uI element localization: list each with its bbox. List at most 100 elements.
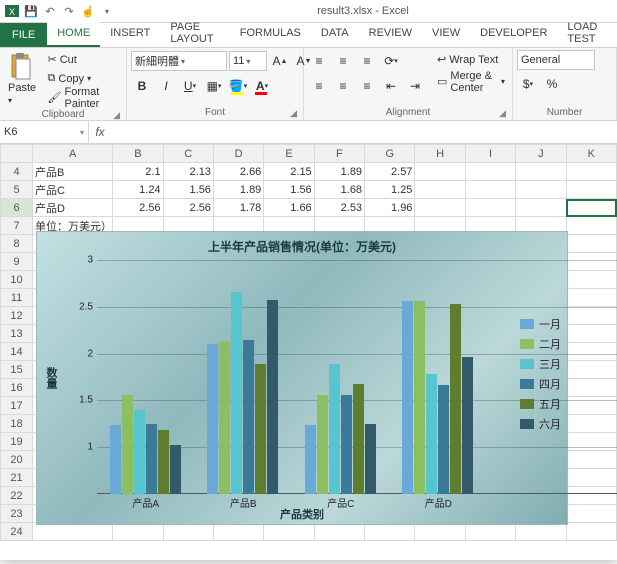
cell[interactable] bbox=[415, 199, 465, 217]
cell[interactable]: 2.53 bbox=[314, 199, 364, 217]
align-right-icon[interactable]: ≡ bbox=[356, 75, 378, 97]
cell[interactable] bbox=[566, 163, 616, 181]
row-header-7[interactable]: 7 bbox=[1, 217, 33, 235]
col-header-H[interactable]: H bbox=[415, 145, 465, 163]
cell[interactable] bbox=[264, 523, 314, 541]
cell[interactable] bbox=[33, 523, 113, 541]
embedded-chart[interactable]: 上半年产品销售情况(单位：万美元) 数量 11.522.53产品A产品B产品C产… bbox=[36, 231, 568, 525]
cell[interactable] bbox=[516, 181, 566, 199]
col-header-J[interactable]: J bbox=[516, 145, 566, 163]
italic-button[interactable]: I bbox=[155, 75, 177, 97]
cell[interactable] bbox=[415, 523, 465, 541]
cell[interactable] bbox=[566, 199, 616, 217]
tab-view[interactable]: VIEW bbox=[422, 21, 470, 45]
row-header-22[interactable]: 22 bbox=[1, 487, 33, 505]
row-header-20[interactable]: 20 bbox=[1, 451, 33, 469]
cell[interactable] bbox=[113, 523, 163, 541]
cell[interactable] bbox=[516, 163, 566, 181]
cell[interactable] bbox=[213, 523, 263, 541]
cell[interactable] bbox=[516, 199, 566, 217]
cell[interactable]: 产品B bbox=[33, 163, 113, 181]
cell[interactable] bbox=[516, 523, 566, 541]
alignment-launcher-icon[interactable]: ◢ bbox=[499, 106, 506, 120]
decrease-indent-icon[interactable]: ⇤ bbox=[380, 75, 402, 97]
bold-button[interactable]: B bbox=[131, 75, 153, 97]
cell[interactable]: 1.56 bbox=[264, 181, 314, 199]
row-header-9[interactable]: 9 bbox=[1, 253, 33, 271]
align-middle-icon[interactable]: ≡ bbox=[332, 50, 354, 72]
row-header-12[interactable]: 12 bbox=[1, 307, 33, 325]
cell[interactable] bbox=[566, 217, 616, 235]
select-all-cell[interactable] bbox=[1, 145, 33, 163]
cell[interactable] bbox=[566, 181, 616, 199]
row-header-14[interactable]: 14 bbox=[1, 343, 33, 361]
save-icon[interactable]: 💾 bbox=[23, 3, 39, 19]
cell[interactable] bbox=[415, 181, 465, 199]
tab-home[interactable]: HOME bbox=[47, 21, 100, 47]
row-header-6[interactable]: 6 bbox=[1, 199, 33, 217]
align-left-icon[interactable]: ≡ bbox=[308, 75, 330, 97]
qat-customize-icon[interactable]: ▾ bbox=[99, 3, 115, 19]
cell[interactable] bbox=[566, 235, 616, 253]
row-header-15[interactable]: 15 bbox=[1, 361, 33, 379]
cell[interactable]: 2.66 bbox=[213, 163, 263, 181]
cell[interactable]: 2.56 bbox=[163, 199, 213, 217]
clipboard-launcher-icon[interactable]: ◢ bbox=[113, 108, 120, 122]
merge-center-button[interactable]: ▭Merge & Center ▾ bbox=[434, 72, 508, 91]
tab-page-layout[interactable]: PAGE LAYOUT bbox=[160, 21, 229, 45]
wrap-text-button[interactable]: ↩Wrap Text bbox=[434, 50, 508, 69]
underline-button[interactable]: U▾ bbox=[179, 75, 201, 97]
row-header-21[interactable]: 21 bbox=[1, 469, 33, 487]
cell[interactable] bbox=[566, 505, 616, 523]
col-header-K[interactable]: K bbox=[566, 145, 616, 163]
font-name-select[interactable]: 新細明體▾ bbox=[131, 51, 227, 71]
cell[interactable]: 2.56 bbox=[113, 199, 163, 217]
row-header-8[interactable]: 8 bbox=[1, 235, 33, 253]
row-header-16[interactable]: 16 bbox=[1, 379, 33, 397]
cell[interactable] bbox=[465, 199, 515, 217]
row-header-5[interactable]: 5 bbox=[1, 181, 33, 199]
accounting-format-icon[interactable]: $▾ bbox=[517, 73, 539, 95]
cell[interactable]: 2.1 bbox=[113, 163, 163, 181]
cell[interactable] bbox=[465, 181, 515, 199]
cell[interactable]: 1.56 bbox=[163, 181, 213, 199]
tab-load-test[interactable]: LOAD TEST bbox=[557, 21, 617, 45]
touch-mode-icon[interactable]: ☝ bbox=[80, 3, 96, 19]
col-header-I[interactable]: I bbox=[465, 145, 515, 163]
spreadsheet-area[interactable]: ABCDEFGHIJK 4产品B2.12.132.662.151.892.575… bbox=[0, 144, 617, 564]
increase-indent-icon[interactable]: ⇥ bbox=[404, 75, 426, 97]
orientation-icon[interactable]: ⟳▾ bbox=[380, 50, 402, 72]
align-center-icon[interactable]: ≡ bbox=[332, 75, 354, 97]
fill-color-button[interactable]: 🪣▾ bbox=[227, 75, 249, 97]
row-header-10[interactable]: 10 bbox=[1, 271, 33, 289]
col-header-F[interactable]: F bbox=[314, 145, 364, 163]
row-header-19[interactable]: 19 bbox=[1, 433, 33, 451]
undo-icon[interactable]: ↶ bbox=[42, 3, 58, 19]
cell[interactable]: 1.25 bbox=[365, 181, 415, 199]
number-format-select[interactable]: General bbox=[517, 50, 595, 70]
fx-icon[interactable]: fx bbox=[89, 121, 111, 143]
tab-formulas[interactable]: FORMULAS bbox=[230, 21, 311, 45]
cell[interactable] bbox=[314, 523, 364, 541]
cell[interactable]: 产品C bbox=[33, 181, 113, 199]
font-color-button[interactable]: A▾ bbox=[251, 75, 273, 97]
tab-insert[interactable]: INSERT bbox=[100, 21, 160, 45]
cell[interactable]: 1.68 bbox=[314, 181, 364, 199]
cell[interactable]: 1.89 bbox=[314, 163, 364, 181]
row-header-17[interactable]: 17 bbox=[1, 397, 33, 415]
row-header-4[interactable]: 4 bbox=[1, 163, 33, 181]
cell[interactable]: 1.89 bbox=[213, 181, 263, 199]
row-header-11[interactable]: 11 bbox=[1, 289, 33, 307]
tab-developer[interactable]: DEVELOPER bbox=[470, 21, 557, 45]
row-header-23[interactable]: 23 bbox=[1, 505, 33, 523]
col-header-G[interactable]: G bbox=[365, 145, 415, 163]
paste-button[interactable]: Paste ▾ bbox=[4, 50, 41, 108]
border-button[interactable]: ▦▾ bbox=[203, 75, 225, 97]
cell[interactable] bbox=[465, 163, 515, 181]
tab-data[interactable]: DATA bbox=[311, 21, 359, 45]
cell[interactable] bbox=[415, 163, 465, 181]
tab-file[interactable]: FILE bbox=[0, 23, 47, 47]
tab-review[interactable]: REVIEW bbox=[359, 21, 422, 45]
cell[interactable] bbox=[465, 523, 515, 541]
row-header-18[interactable]: 18 bbox=[1, 415, 33, 433]
